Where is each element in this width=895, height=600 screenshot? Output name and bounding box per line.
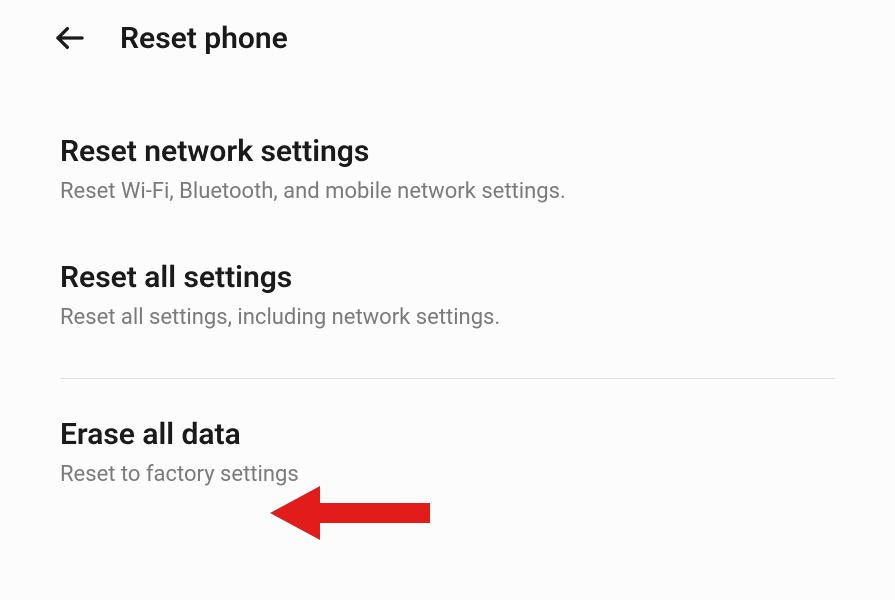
content-area: Reset network settings Reset Wi-Fi, Blue… (0, 76, 895, 515)
reset-network-settings-option[interactable]: Reset network settings Reset Wi-Fi, Blue… (60, 106, 835, 232)
option-title: Reset network settings (60, 134, 835, 169)
option-title: Erase all data (60, 417, 835, 452)
reset-all-settings-option[interactable]: Reset all settings Reset all settings, i… (60, 232, 835, 358)
option-subtitle: Reset Wi-Fi, Bluetooth, and mobile netwo… (60, 179, 835, 204)
option-subtitle: Reset to factory settings (60, 462, 835, 487)
erase-all-data-option[interactable]: Erase all data Reset to factory settings (60, 389, 835, 515)
header: Reset phone (0, 0, 895, 76)
page-title: Reset phone (120, 21, 288, 56)
option-subtitle: Reset all settings, including network se… (60, 305, 835, 330)
back-arrow-icon[interactable] (50, 18, 90, 58)
divider (60, 378, 835, 379)
option-title: Reset all settings (60, 260, 835, 295)
